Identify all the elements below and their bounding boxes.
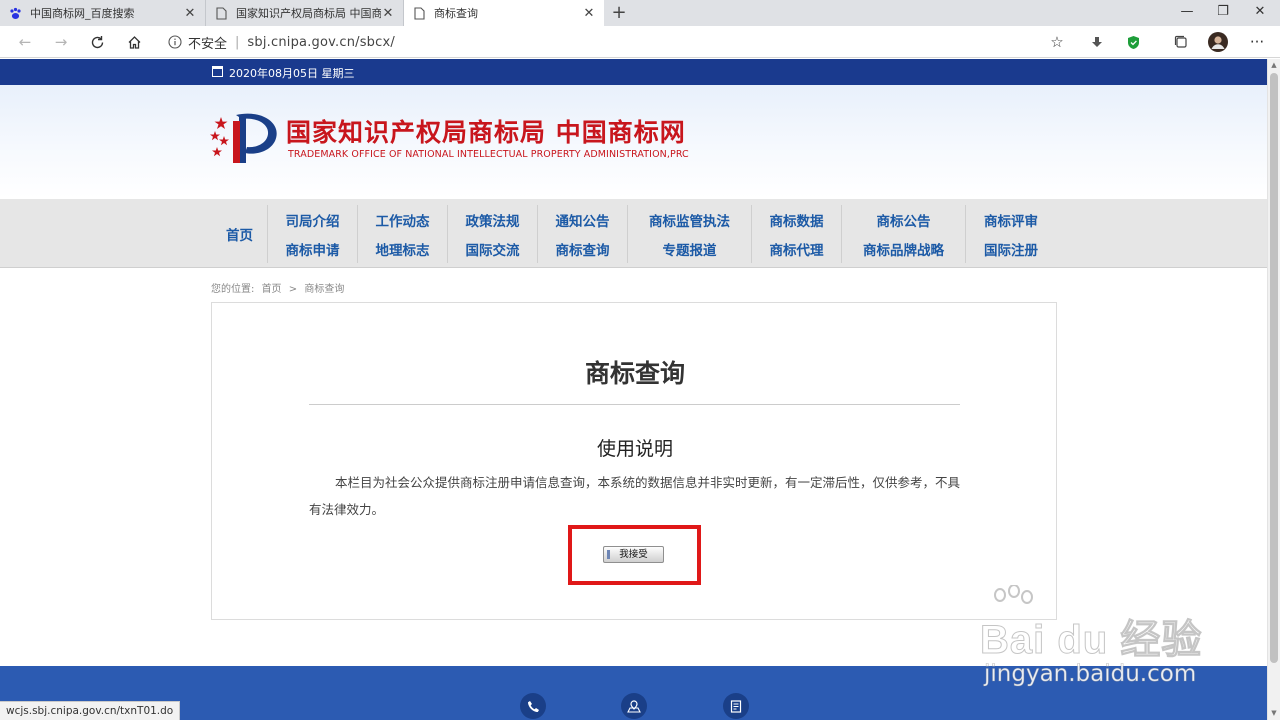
close-icon[interactable]: ✕	[381, 6, 395, 21]
cnipa-logo-icon[interactable]	[209, 107, 281, 167]
nav-link[interactable]: 工作动态	[376, 210, 430, 230]
refresh-icon[interactable]	[84, 30, 110, 54]
tab-trademark-search[interactable]: 商标查询 ✕	[404, 0, 604, 26]
paw-icon	[8, 6, 22, 20]
nav-link[interactable]: 政策法规	[466, 210, 520, 230]
back-icon[interactable]: ←	[12, 30, 38, 54]
address-separator: |	[235, 34, 240, 50]
nav-link[interactable]: 通知公告	[556, 210, 610, 230]
shield-extension-icon[interactable]	[1120, 30, 1146, 54]
notice-panel: 商标查询 使用说明 本栏目为社会公众提供商标注册申请信息查询，本系统的数据信息并…	[211, 302, 1057, 620]
browser-toolbar: ← → 不安全 | sbj.cnipa.gov.cn/sbcx/ ☆ ···	[0, 26, 1280, 58]
more-menu-icon[interactable]: ···	[1244, 30, 1270, 54]
nav-column-7: 商标数据 商标代理	[752, 205, 842, 263]
scrollbar-thumb[interactable]	[1270, 73, 1278, 663]
close-icon[interactable]: ✕	[183, 6, 197, 21]
page-title: 商标查询	[584, 359, 685, 388]
nav-link[interactable]: 地理标志	[376, 239, 430, 259]
nav-column-1: 首页	[212, 205, 268, 263]
map-icon[interactable]	[621, 693, 647, 719]
nav-column-8: 商标公告 商标品牌战略	[842, 205, 966, 263]
main-navigation: 首页 司局介绍 商标申请 工作动态 地理标志 政策法规 国际交流 通知公告 商标…	[0, 199, 1267, 268]
nav-column-2: 司局介绍 商标申请	[268, 205, 358, 263]
info-icon[interactable]	[168, 35, 182, 49]
home-icon[interactable]	[121, 30, 147, 54]
nav-column-3: 工作动态 地理标志	[358, 205, 448, 263]
usage-notes-heading: 使用说明	[596, 438, 673, 460]
window-close-icon[interactable]: ✕	[1240, 0, 1280, 26]
page-icon	[412, 6, 426, 20]
vertical-scrollbar[interactable]: ▲ ▼	[1267, 59, 1280, 720]
address-bar[interactable]: 不安全 | sbj.cnipa.gov.cn/sbcx/	[158, 29, 1072, 55]
tab-title: 商标查询	[434, 7, 478, 20]
current-date: 2020年08月05日 星期三	[229, 67, 355, 80]
download-icon[interactable]	[1084, 30, 1110, 54]
breadcrumb-label: 您的位置:	[211, 284, 255, 295]
close-icon[interactable]: ✕	[582, 6, 596, 21]
nav-link[interactable]: 商标数据	[770, 210, 824, 230]
nav-link-home[interactable]: 首页	[226, 224, 253, 244]
nav-column-4: 政策法规 国际交流	[448, 205, 538, 263]
security-label: 不安全	[188, 36, 228, 52]
scroll-down-icon[interactable]: ▼	[1270, 709, 1278, 717]
url-text[interactable]: sbj.cnipa.gov.cn/sbcx/	[247, 35, 395, 50]
nav-column-9: 商标评审 国际注册	[966, 205, 1056, 263]
tab-title: 中国商标网_百度搜索	[30, 7, 135, 20]
divider	[309, 404, 960, 405]
nav-link[interactable]: 专题报道	[663, 239, 717, 259]
new-tab-button[interactable]: +	[608, 2, 630, 24]
nav-link[interactable]: 司局介绍	[286, 210, 340, 230]
tab-baidu-search[interactable]: 中国商标网_百度搜索 ✕	[0, 0, 206, 26]
tab-title: 国家知识产权局商标局 中国商标网	[236, 7, 381, 20]
breadcrumb-separator: >	[288, 284, 298, 295]
watermark-url-text: jingyan.baidu.com	[984, 661, 1197, 688]
tab-cnipa-home[interactable]: 国家知识产权局商标局 中国商标网 ✕	[206, 0, 404, 26]
calendar-icon	[212, 66, 223, 77]
favorite-star-icon[interactable]: ☆	[1044, 30, 1070, 54]
nav-link[interactable]: 商标代理	[770, 239, 824, 259]
breadcrumb: 您的位置: 首页 > 商标查询	[211, 280, 344, 295]
nav-column-5: 通知公告 商标查询	[538, 205, 628, 263]
tab-strip: 中国商标网_百度搜索 ✕ 国家知识产权局商标局 中国商标网 ✕ 商标查询 ✕ +…	[0, 0, 1280, 26]
forward-icon[interactable]: →	[48, 30, 74, 54]
breadcrumb-home[interactable]: 首页	[262, 284, 282, 295]
date-bar: 2020年08月05日 星期三	[0, 59, 1267, 85]
nav-link-trademark-search[interactable]: 商标查询	[556, 239, 610, 259]
usage-notes-text: 本栏目为社会公众提供商标注册申请信息查询，本系统的数据信息并非实时更新，有一定滞…	[309, 475, 961, 517]
nav-link[interactable]: 国际注册	[984, 239, 1038, 259]
nav-link[interactable]: 商标公告	[877, 210, 931, 230]
site-header: 国家知识产权局商标局 中国商标网 TRADEMARK OFFICE OF NAT…	[0, 85, 1267, 198]
nav-link[interactable]: 国际交流	[466, 239, 520, 259]
accept-button[interactable]: 我接受	[603, 546, 664, 563]
nav-link[interactable]: 商标申请	[286, 239, 340, 259]
baidu-jingyan-watermark: Bai du 经验 jingyan.baidu.com	[979, 585, 1220, 690]
status-bar-url: wcjs.sbj.cnipa.gov.cn/txnT01.do	[0, 701, 181, 720]
nav-link[interactable]: 商标评审	[984, 210, 1038, 230]
avatar[interactable]	[1205, 30, 1231, 54]
nav-column-6: 商标监管执法 专题报道	[628, 205, 752, 263]
page-icon	[214, 6, 228, 20]
site-logo-chinese: 国家知识产权局商标局 中国商标网	[286, 118, 686, 147]
document-icon[interactable]	[723, 693, 749, 719]
nav-link[interactable]: 商标监管执法	[649, 210, 730, 230]
collections-icon[interactable]	[1168, 30, 1194, 54]
watermark-main-text: Bai du 经验	[979, 618, 1203, 663]
scroll-up-icon[interactable]: ▲	[1270, 61, 1278, 69]
breadcrumb-current: 商标查询	[304, 284, 345, 295]
site-logo-english: TRADEMARK OFFICE OF NATIONAL INTELLECTUA…	[288, 149, 689, 160]
phone-icon[interactable]	[520, 693, 546, 719]
nav-link[interactable]: 商标品牌战略	[863, 239, 944, 259]
